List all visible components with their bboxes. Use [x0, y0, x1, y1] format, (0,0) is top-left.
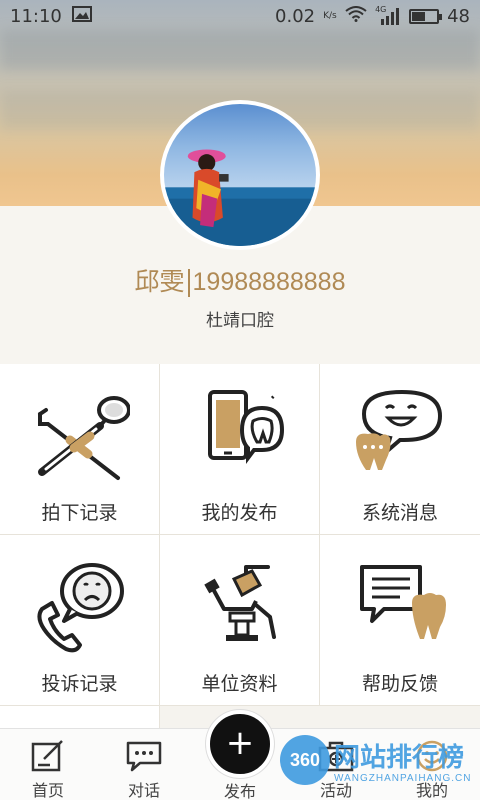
tab-mine[interactable]: 我的 [384, 729, 480, 800]
menu-system-messages[interactable]: 系统消息 [320, 364, 480, 535]
tab-activity[interactable]: 活动 [288, 729, 384, 800]
user-avatar[interactable] [160, 100, 320, 250]
menu-label: 投诉记录 [41, 673, 118, 695]
network-speed-unit: K/s [323, 10, 337, 21]
signal-icon: 4G [375, 5, 401, 25]
menu-label: 系统消息 [361, 502, 438, 524]
phone-sad-face-icon [37, 563, 124, 653]
tab-mine-label: 我的 [415, 781, 448, 800]
menu-label: 我的发布 [201, 502, 278, 524]
user-phone: 19988888888 [192, 268, 346, 296]
menu-label: 单位资料 [201, 673, 278, 695]
status-time: 11:10 [10, 5, 62, 27]
menu-complaint-records[interactable]: 投诉记录 [0, 535, 160, 706]
menu-help-feedback[interactable]: 帮助反馈 [320, 535, 480, 706]
menu-unit-info[interactable]: 单位资料 [160, 535, 320, 706]
gallery-icon [71, 5, 92, 27]
network-speed: 0.02 [275, 5, 316, 27]
clinic-name: 杜靖口腔 [206, 311, 274, 331]
name-phone-divider [187, 269, 190, 298]
smile-face-icon [416, 740, 448, 772]
battery-level [412, 11, 425, 21]
tab-chat-label: 对话 [127, 781, 160, 800]
tab-home-label: 首页 [31, 781, 64, 800]
status-bar: 11:10 0.02 K/s 4G 48 [0, 0, 480, 32]
tab-home[interactable]: 首页 [0, 729, 96, 800]
message-tooth-icon [360, 565, 446, 639]
tab-activity-label: 活动 [319, 781, 352, 800]
dental-mirror-icon [38, 396, 130, 480]
tab-chat[interactable]: 对话 [96, 729, 192, 800]
user-name-phone: 邱雯 19988888888 [0, 262, 480, 298]
chat-smile-tooth-icon [356, 389, 443, 470]
wifi-icon [345, 5, 367, 27]
plus-icon: + [225, 723, 255, 763]
home-edit-icon [31, 740, 63, 772]
battery-percent: 48 [447, 5, 470, 27]
battery-icon [409, 8, 443, 24]
function-grid: 拍下记录 我的发布 系统消息 投诉记录 单位资料 帮助反馈 [0, 364, 480, 706]
menu-label: 帮助反馈 [361, 673, 438, 695]
menu-label: 拍下记录 [41, 502, 118, 524]
menu-my-posts[interactable]: 我的发布 [160, 364, 320, 535]
menu-photo-records[interactable]: 拍下记录 [0, 364, 160, 535]
chat-bubble-icon [126, 741, 162, 772]
user-name: 邱雯 [134, 268, 185, 296]
dental-chair-icon [204, 565, 276, 641]
network-type: 4G [375, 5, 387, 14]
publish-button[interactable]: + [206, 710, 274, 778]
phone-tooth-icon [208, 390, 285, 464]
activity-box-icon [318, 741, 354, 772]
publish-label: 发布 [223, 782, 256, 800]
